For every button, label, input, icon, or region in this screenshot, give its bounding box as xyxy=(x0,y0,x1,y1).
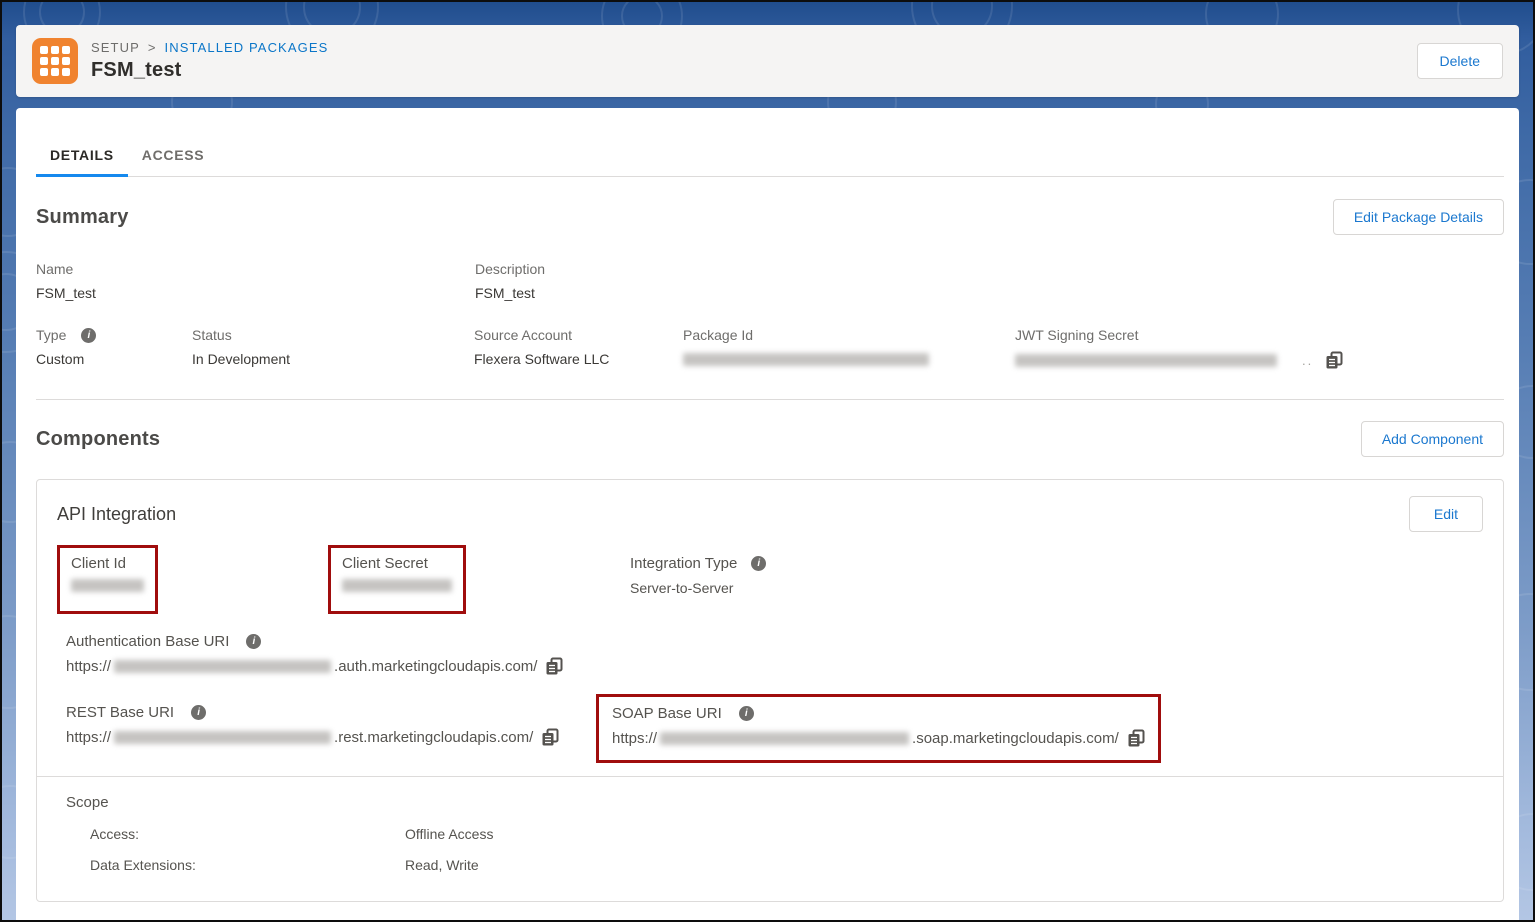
field-integration-type: Integration Type i Server-to-Server xyxy=(630,555,766,596)
soap-base-uri-info-icon[interactable]: i xyxy=(739,706,754,721)
tab-bar: DETAILS ACCESS xyxy=(36,108,1504,177)
integration-type-label: Integration Type xyxy=(630,555,737,572)
field-source-account: Source Account Flexera Software LLC xyxy=(474,327,683,369)
add-component-button[interactable]: Add Component xyxy=(1361,421,1504,457)
field-description: Description FSM_test xyxy=(475,261,545,301)
soap-uri-suffix: .soap.marketingcloudapis.com/ xyxy=(912,730,1119,747)
client-secret-label: Client Secret xyxy=(342,555,452,572)
copy-icon[interactable] xyxy=(1127,729,1145,747)
type-label: Type xyxy=(36,327,66,343)
field-authentication-base-uri: Authentication Base URI i https:// .auth… xyxy=(66,633,1483,675)
client-id-annotation-box: Client Id xyxy=(57,545,158,614)
auth-uri-prefix: https:// xyxy=(66,658,111,675)
rest-uri-prefix: https:// xyxy=(66,729,111,746)
name-value: FSM_test xyxy=(36,285,475,301)
breadcrumb-installed-packages-link[interactable]: INSTALLED PACKAGES xyxy=(165,40,329,55)
api-integration-card: API Integration Edit Client Id Client Se… xyxy=(36,479,1504,902)
copy-icon[interactable] xyxy=(545,657,563,675)
client-id-redacted-value xyxy=(71,579,144,592)
access-value: Offline Access xyxy=(405,826,493,842)
source-account-value: Flexera Software LLC xyxy=(474,351,683,367)
components-section: Components Add Component API Integration… xyxy=(36,421,1504,902)
api-integration-title: API Integration xyxy=(57,504,176,525)
auth-base-uri-label: Authentication Base URI xyxy=(66,633,229,650)
summary-components-divider xyxy=(36,399,1504,400)
field-rest-base-uri: REST Base URI i https:// .rest.marketing… xyxy=(66,704,596,746)
jwt-signing-secret-label: JWT Signing Secret xyxy=(1015,327,1343,343)
access-label: Access: xyxy=(90,826,405,842)
integration-type-info-icon[interactable]: i xyxy=(751,556,766,571)
source-account-label: Source Account xyxy=(474,327,683,343)
breadcrumb-setup[interactable]: SETUP xyxy=(91,40,140,55)
name-label: Name xyxy=(36,261,475,277)
soap-uri-prefix: https:// xyxy=(612,730,657,747)
copy-icon[interactable] xyxy=(541,728,559,746)
breadcrumb: SETUP > INSTALLED PACKAGES xyxy=(91,40,328,55)
package-id-label: Package Id xyxy=(683,327,1015,343)
package-detail-card: DETAILS ACCESS Summary Edit Package Deta… xyxy=(16,108,1519,920)
rest-uri-redacted-segment xyxy=(114,731,331,744)
page-header: SETUP > INSTALLED PACKAGES FSM_test Dele… xyxy=(16,25,1519,97)
tab-details[interactable]: DETAILS xyxy=(36,137,128,176)
components-heading: Components xyxy=(36,428,160,451)
status-label: Status xyxy=(192,327,474,343)
summary-heading: Summary xyxy=(36,206,129,229)
scope-row-access: Access: Offline Access xyxy=(66,826,1483,842)
rest-base-uri-info-icon[interactable]: i xyxy=(191,705,206,720)
description-label: Description xyxy=(475,261,545,277)
header-text-block: SETUP > INSTALLED PACKAGES FSM_test xyxy=(91,40,328,82)
installed-packages-grid-icon xyxy=(32,38,78,84)
breadcrumb-separator: > xyxy=(148,40,157,55)
field-type: Type i Custom xyxy=(36,327,192,369)
tab-access[interactable]: ACCESS xyxy=(128,137,219,176)
soap-uri-redacted-segment xyxy=(660,732,909,745)
scope-section: Scope Access: Offline Access Data Extens… xyxy=(57,777,1483,901)
jwt-truncation-ellipsis: .. xyxy=(1302,353,1313,368)
client-secret-redacted-value xyxy=(342,579,452,592)
rest-uri-suffix: .rest.marketingcloudapis.com/ xyxy=(334,729,533,746)
auth-uri-redacted-segment xyxy=(114,660,331,673)
field-status: Status In Development xyxy=(192,327,474,369)
field-package-id: Package Id xyxy=(683,327,1015,369)
field-jwt-signing-secret: JWT Signing Secret .. xyxy=(1015,327,1343,369)
client-id-label: Client Id xyxy=(71,555,144,572)
edit-api-integration-button[interactable]: Edit xyxy=(1409,496,1483,532)
integration-type-value: Server-to-Server xyxy=(630,580,766,596)
description-value: FSM_test xyxy=(475,285,545,301)
delete-button[interactable]: Delete xyxy=(1417,43,1503,79)
jwt-redacted-value xyxy=(1015,354,1277,367)
soap-base-uri-label: SOAP Base URI xyxy=(612,705,722,722)
auth-uri-suffix: .auth.marketingcloudapis.com/ xyxy=(334,658,537,675)
field-name: Name FSM_test xyxy=(36,261,475,301)
scope-row-data-extensions: Data Extensions: Read, Write xyxy=(66,857,1483,873)
data-extensions-value: Read, Write xyxy=(405,857,479,873)
type-info-icon[interactable]: i xyxy=(81,328,96,343)
rest-base-uri-label: REST Base URI xyxy=(66,704,174,721)
soap-base-uri-annotation-box: SOAP Base URI i https:// .soap.marketing… xyxy=(596,694,1161,763)
page-title: FSM_test xyxy=(91,59,328,82)
scope-label: Scope xyxy=(66,794,1483,811)
edit-package-details-button[interactable]: Edit Package Details xyxy=(1333,199,1504,235)
page-background: SETUP > INSTALLED PACKAGES FSM_test Dele… xyxy=(0,0,1535,922)
status-value: In Development xyxy=(192,351,474,367)
client-secret-annotation-box: Client Secret xyxy=(328,545,466,614)
copy-icon[interactable] xyxy=(1325,351,1343,369)
summary-section: Summary Edit Package Details Name FSM_te… xyxy=(36,199,1504,369)
type-value: Custom xyxy=(36,351,192,367)
data-extensions-label: Data Extensions: xyxy=(90,857,405,873)
auth-base-uri-info-icon[interactable]: i xyxy=(246,634,261,649)
package-id-redacted-value xyxy=(683,353,929,366)
